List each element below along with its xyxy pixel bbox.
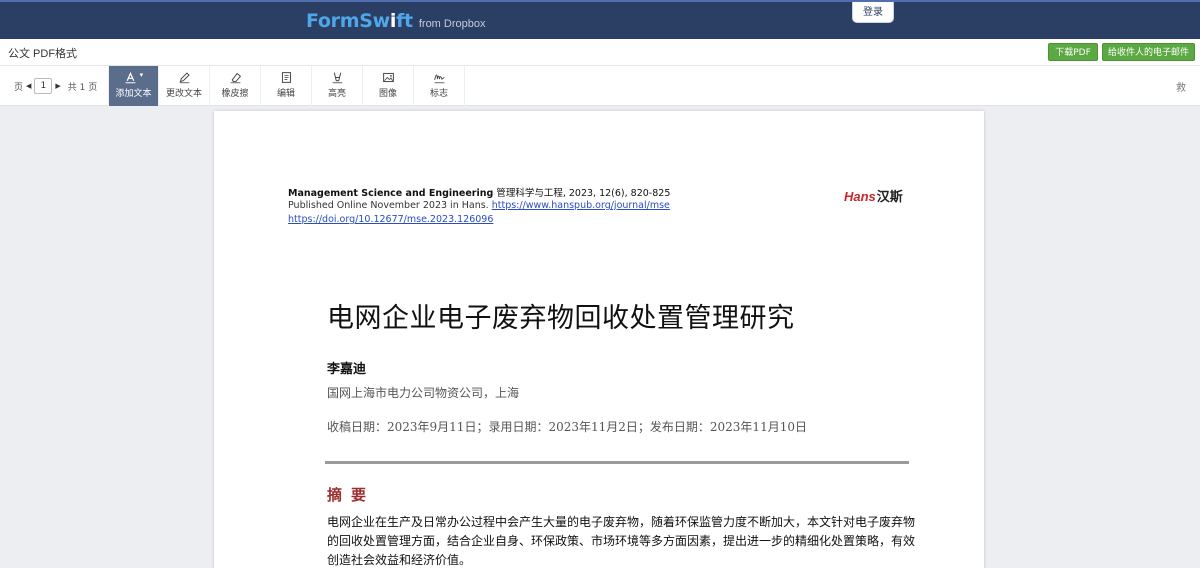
brand[interactable]: FormSwift from Dropbox bbox=[306, 10, 485, 32]
tool-label: 高亮 bbox=[327, 89, 346, 99]
tool-eraser[interactable]: 橡皮擦 bbox=[210, 66, 261, 106]
paper-title: 电网企业电子废弃物回收处置管理研究 bbox=[327, 303, 795, 334]
doi-link[interactable]: https://doi.org/10.12677/mse.2023.126096 bbox=[288, 214, 493, 225]
page-number-input[interactable]: 1 bbox=[34, 78, 53, 94]
prev-page-icon[interactable]: ◀ bbox=[26, 82, 31, 90]
tool-label: 图像 bbox=[378, 89, 397, 99]
tool-image[interactable]: 图像 bbox=[363, 66, 414, 106]
document-title: 公文 PDF格式 bbox=[8, 48, 78, 60]
tool-add-text[interactable]: ▾ 添加文本 bbox=[108, 66, 159, 106]
tool-label: 编辑 bbox=[276, 89, 295, 99]
abstract-text: 电网企业在生产及日常办公过程中会产生大量的电子废弃物，随着环保监管力度不断加大，… bbox=[327, 515, 916, 567]
page-label: 页 bbox=[14, 82, 24, 93]
email-recipient-button[interactable]: 给收件人的电子邮件 bbox=[1102, 43, 1195, 61]
total-pages-label: 共 1 页 bbox=[67, 82, 98, 93]
next-page-icon[interactable]: ▶ bbox=[55, 82, 60, 90]
document-title-bar: 公文 PDF格式 下载PDF 给收件人的电子邮件 bbox=[0, 39, 1200, 66]
eraser-icon bbox=[210, 66, 260, 86]
journal-url-link[interactable]: https://www.hanspub.org/journal/mse bbox=[492, 200, 670, 211]
journal-details: 管理科学与工程, 2023, 12(6), 820-825 bbox=[493, 188, 671, 199]
tool-signature[interactable]: 标志 bbox=[414, 66, 465, 106]
hans-logo-en: Hans bbox=[844, 189, 876, 204]
image-icon bbox=[363, 66, 413, 86]
highlighter-icon bbox=[312, 66, 362, 86]
text-add-icon: ▾ bbox=[109, 66, 158, 86]
download-pdf-button[interactable]: 下载PDF bbox=[1048, 43, 1098, 61]
formswift-logo: FormSwift bbox=[306, 10, 413, 32]
tool-change-text[interactable]: 更改文本 bbox=[159, 66, 210, 106]
tool-label: 标志 bbox=[429, 89, 448, 99]
hans-logo: Hans汉斯 bbox=[844, 186, 903, 205]
tool-highlight[interactable]: 高亮 bbox=[312, 66, 363, 106]
journal-name: Management Science and Engineering bbox=[288, 188, 494, 199]
author-name: 李嘉迪 bbox=[327, 362, 367, 377]
hans-logo-cn: 汉斯 bbox=[876, 189, 903, 204]
publication-dates: 收稿日期：2023年9月11日；录用日期：2023年11月2日；发布日期：202… bbox=[327, 420, 807, 434]
published-text: Published Online November 2023 in Hans. bbox=[288, 200, 492, 211]
pdf-page[interactable]: Management Science and Engineering 管理科学与… bbox=[214, 111, 984, 568]
document-edit-icon bbox=[261, 66, 311, 86]
tool-label: 橡皮擦 bbox=[221, 89, 249, 99]
tool-label: 更改文本 bbox=[165, 89, 202, 99]
doi-line: https://doi.org/10.12677/mse.2023.126096 bbox=[288, 214, 493, 225]
pen-edit-icon bbox=[159, 66, 209, 86]
tool-label: 添加文本 bbox=[115, 89, 152, 99]
brand-subtitle: from Dropbox bbox=[418, 18, 486, 30]
help-glyph[interactable]: 救 bbox=[1176, 79, 1186, 94]
signature-icon bbox=[414, 66, 464, 86]
top-bar: FormSwift from Dropbox 登录 bbox=[0, 0, 1200, 39]
page-navigator: 页 ◀ 1 ▶ 共 1 页 bbox=[14, 78, 97, 94]
journal-citation: Management Science and Engineering 管理科学与… bbox=[288, 185, 670, 199]
tool-edit[interactable]: 编辑 bbox=[261, 66, 312, 106]
published-line: Published Online November 2023 in Hans. … bbox=[288, 200, 670, 211]
editor-toolbar: 页 ◀ 1 ▶ 共 1 页 ▾ 添加文本 更改文本 橡皮擦 编辑 高亮 图像 标… bbox=[0, 66, 1200, 106]
divider-rule bbox=[325, 461, 909, 464]
abstract-heading: 摘要 bbox=[327, 486, 376, 504]
author-affiliation: 国网上海市电力公司物资公司，上海 bbox=[327, 386, 520, 400]
login-button[interactable]: 登录 bbox=[852, 2, 894, 23]
